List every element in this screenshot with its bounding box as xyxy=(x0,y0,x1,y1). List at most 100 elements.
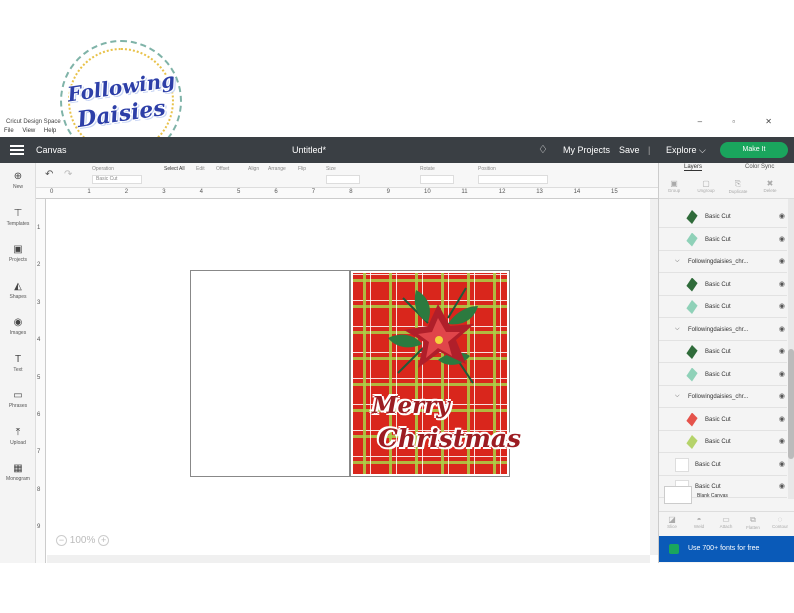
rotate-control[interactable]: Rotate xyxy=(420,166,454,184)
eye-icon[interactable]: ◉ xyxy=(779,280,785,288)
layers-scrollbar[interactable] xyxy=(788,199,794,499)
zoom-out-icon[interactable]: − xyxy=(56,535,67,546)
operation-control[interactable]: Operation Basic Cut xyxy=(92,166,142,184)
layers-panel: Layers Color Sync ▣ Group ▢ Ungroup ⎘ Duplica… xyxy=(658,163,794,563)
menu-bar: File View Help xyxy=(0,128,794,137)
edit-control[interactable]: Edit xyxy=(196,166,205,172)
eye-icon[interactable]: ◉ xyxy=(779,302,785,310)
sidebar-item-templates[interactable]: ⊤ Templates xyxy=(0,208,36,227)
flip-control[interactable]: Flip xyxy=(298,166,306,172)
poinsettia-image[interactable] xyxy=(378,278,498,388)
sidebar-item-shapes[interactable]: ◭ Shapes xyxy=(0,281,36,300)
horizontal-scrollbar[interactable] xyxy=(47,555,650,563)
card-back-panel[interactable] xyxy=(190,270,350,477)
layer-group-row[interactable]: ⌵ Followingdaisies_chr... ◉ xyxy=(659,251,787,273)
sidebar-item-upload[interactable]: ⤒ Upload xyxy=(0,427,36,446)
position-input[interactable] xyxy=(478,175,548,184)
eye-icon[interactable]: ◉ xyxy=(779,235,785,243)
layer-row[interactable]: Basic Cut ◉ xyxy=(659,454,787,476)
save-button[interactable]: Save xyxy=(619,137,640,163)
layer-label: Basic Cut xyxy=(695,484,721,490)
rotate-input[interactable] xyxy=(420,175,454,184)
zoom-in-icon[interactable]: + xyxy=(98,535,110,546)
layer-label: Basic Cut xyxy=(695,461,721,468)
slice-button[interactable]: ◪ Slice xyxy=(659,515,685,529)
menu-file[interactable]: File xyxy=(4,128,14,134)
size-input[interactable] xyxy=(326,175,360,184)
weld-icon: ◓ xyxy=(696,515,702,524)
align-control[interactable]: Align xyxy=(248,166,259,172)
delete-button[interactable]: ✖ Delete xyxy=(757,179,783,193)
arrange-control[interactable]: Arrange xyxy=(268,166,286,172)
layer-row[interactable]: Basic Cut ◉ xyxy=(659,229,787,251)
sidebar-item-monogram[interactable]: ▦ Monogram xyxy=(0,463,36,482)
sidebar-item-text[interactable]: T Text xyxy=(0,354,36,373)
weld-button[interactable]: ◓ Weld xyxy=(686,515,712,529)
attach-button[interactable]: ▭ Attach xyxy=(713,515,739,529)
folder-icon: ▣ xyxy=(13,244,23,255)
tab-color-sync[interactable]: Color Sync xyxy=(745,164,774,170)
layer-row[interactable]: Basic Cut ◉ xyxy=(659,206,787,228)
document-title[interactable]: Untitled* xyxy=(292,137,326,163)
chevron-down-icon[interactable]: ⌵ xyxy=(675,393,680,400)
eye-icon[interactable]: ◉ xyxy=(779,482,785,490)
eye-icon[interactable]: ◉ xyxy=(779,347,785,355)
contour-button[interactable]: ◌ Contour xyxy=(767,515,793,529)
plus-icon: ⊕ xyxy=(13,171,23,182)
position-control[interactable]: Position xyxy=(478,166,548,184)
select-all-button[interactable]: Select All xyxy=(164,166,185,172)
eye-icon[interactable]: ◉ xyxy=(779,257,785,265)
chevron-down-icon[interactable]: ⌵ xyxy=(675,326,680,333)
make-it-button[interactable]: Make It xyxy=(720,142,788,158)
layer-group-row[interactable]: ⌵ Followingdaisies_chr... ◉ xyxy=(659,386,787,408)
group-button[interactable]: ▣ Group xyxy=(661,179,687,193)
layer-row[interactable]: Basic Cut ◉ xyxy=(659,409,787,431)
eye-icon[interactable]: ◉ xyxy=(779,392,785,400)
eye-icon[interactable]: ◉ xyxy=(779,437,785,445)
blank-canvas-thumb[interactable] xyxy=(664,486,692,504)
layer-group-row[interactable]: ⌵ Followingdaisies_chr... ◉ xyxy=(659,319,787,341)
undo-icon[interactable]: ↶ xyxy=(45,169,53,180)
duplicate-button[interactable]: ⎘ Duplicate xyxy=(725,179,751,194)
fonts-promo-banner[interactable]: Use 700+ fonts for free xyxy=(659,536,794,562)
tab-layers[interactable]: Layers xyxy=(684,164,703,171)
my-projects-button[interactable]: My Projects xyxy=(563,137,610,163)
operation-select[interactable]: Basic Cut xyxy=(92,175,142,184)
christmas-text[interactable]: Christmas xyxy=(378,424,521,453)
sidebar-item-images[interactable]: ◉ Images xyxy=(0,317,36,336)
flatten-button[interactable]: ⧉ Flatten xyxy=(740,515,766,530)
redo-icon[interactable]: ↷ xyxy=(64,169,72,180)
bell-icon[interactable]: ♢ xyxy=(538,137,548,163)
menu-view[interactable]: View xyxy=(22,128,35,134)
merry-text[interactable]: Merry xyxy=(372,392,450,419)
eye-icon[interactable]: ◉ xyxy=(779,212,785,220)
action-label: Slice xyxy=(667,524,677,529)
eye-icon[interactable]: ◉ xyxy=(779,325,785,333)
menu-help[interactable]: Help xyxy=(44,128,56,134)
layer-row[interactable]: Basic Cut ◉ xyxy=(659,341,787,363)
ungroup-button[interactable]: ▢ Ungroup xyxy=(693,179,719,193)
sidebar-item-phrases[interactable]: ▭ Phrases xyxy=(0,390,36,409)
sidebar-item-projects[interactable]: ▣ Projects xyxy=(0,244,36,263)
eye-icon[interactable]: ◉ xyxy=(779,415,785,423)
eye-icon[interactable]: ◉ xyxy=(779,460,785,468)
chevron-down-icon[interactable]: ⌵ xyxy=(675,258,680,265)
eye-icon[interactable]: ◉ xyxy=(779,370,785,378)
ruler-tick-label: 14 xyxy=(573,189,581,195)
layer-row[interactable]: Basic Cut ◉ xyxy=(659,431,787,453)
sidebar-item-new[interactable]: ⊕ New xyxy=(0,171,36,190)
layer-row[interactable]: Basic Cut ◉ xyxy=(659,296,787,318)
action-label: Contour xyxy=(771,524,788,529)
offset-control[interactable]: Offset xyxy=(216,166,229,172)
window-controls[interactable]: – ▫ ✕ xyxy=(698,117,786,126)
explore-button[interactable]: Explore ⌵ xyxy=(666,137,706,163)
left-ruler: 1 2 3 4 5 6 7 8 9 xyxy=(36,199,46,563)
layer-row[interactable]: Basic Cut ◉ xyxy=(659,364,787,386)
ruler-tick-label: 3 xyxy=(162,189,166,195)
align-label: Align xyxy=(248,166,260,172)
vertical-scrollbar[interactable] xyxy=(650,199,658,555)
ruler-tick-label: 8 xyxy=(37,486,41,493)
layer-row[interactable]: Basic Cut ◉ xyxy=(659,274,787,296)
hamburger-menu-icon[interactable] xyxy=(10,137,24,163)
size-control[interactable]: Size xyxy=(326,166,360,184)
